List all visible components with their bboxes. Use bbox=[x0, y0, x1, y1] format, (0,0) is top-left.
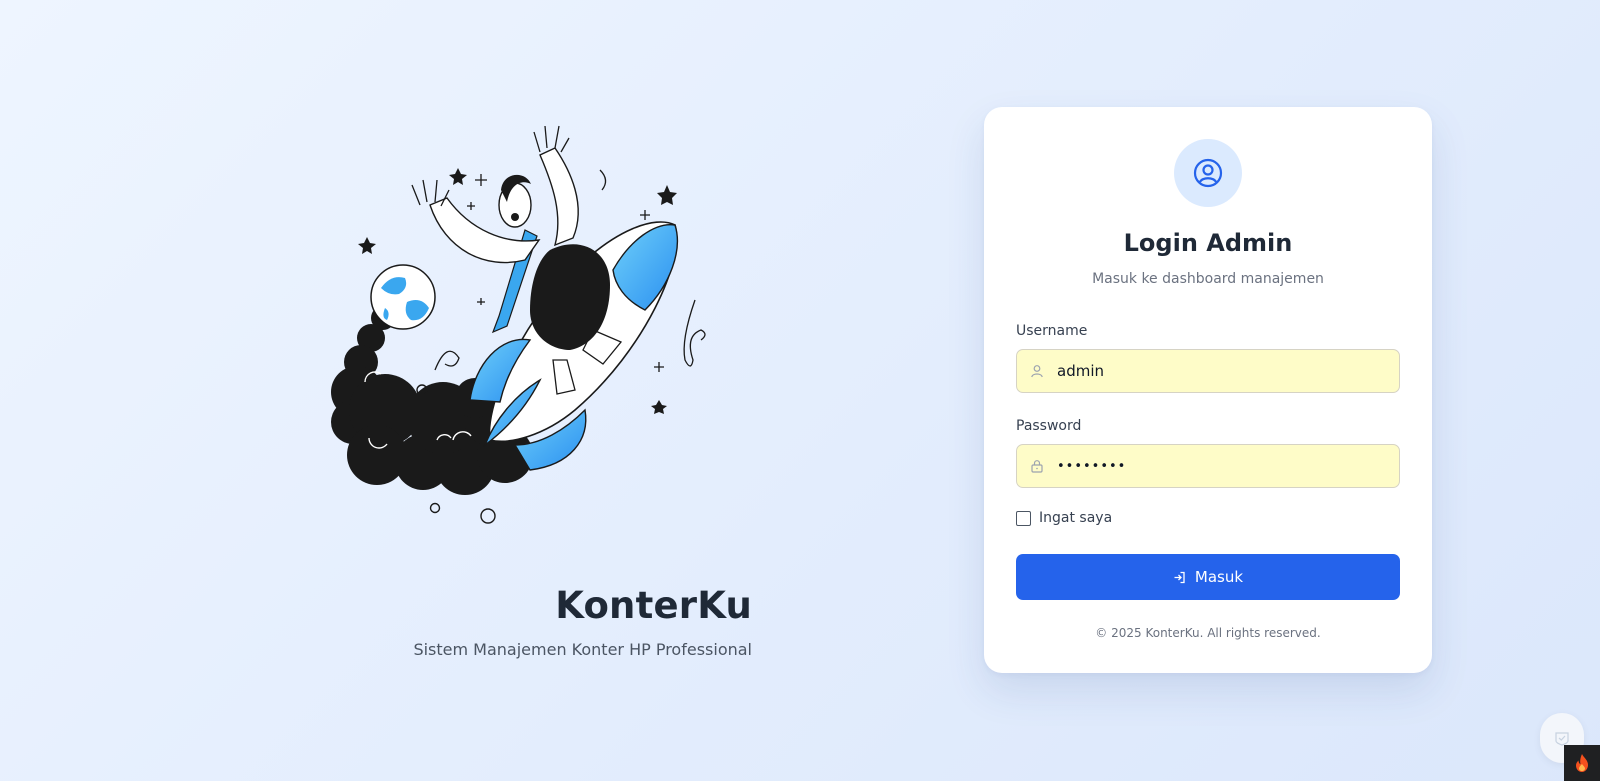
username-input[interactable] bbox=[1057, 362, 1377, 380]
brand-subtitle: Sistem Manajemen Konter HP Professional bbox=[413, 640, 752, 659]
login-button[interactable]: Masuk bbox=[1016, 554, 1400, 600]
copyright-text: © 2025 KonterKu. All rights reserved. bbox=[1095, 626, 1321, 640]
rocket-man-illustration bbox=[331, 125, 706, 524]
remember-label: Ingat saya bbox=[1039, 510, 1113, 526]
remember-me[interactable]: Ingat saya bbox=[1016, 510, 1112, 526]
shield-check-icon bbox=[1555, 732, 1569, 746]
user-icon bbox=[1029, 363, 1045, 379]
lock-icon bbox=[1029, 458, 1045, 474]
remember-checkbox[interactable] bbox=[1016, 510, 1031, 526]
brand-title: KonterKu bbox=[555, 584, 752, 627]
user-circle-icon bbox=[1193, 158, 1223, 188]
avatar bbox=[1174, 139, 1242, 207]
username-field[interactable] bbox=[1016, 349, 1400, 393]
login-button-label: Masuk bbox=[1194, 568, 1244, 586]
flame-icon bbox=[1576, 754, 1588, 772]
login-title: Login Admin bbox=[1123, 229, 1293, 257]
login-subtitle: Masuk ke dashboard manajemen bbox=[1092, 271, 1324, 287]
debug-toolbar-badge[interactable] bbox=[1564, 745, 1600, 781]
login-card: Login Admin Masuk ke dashboard manajemen… bbox=[984, 107, 1432, 673]
password-field[interactable]: •••••••• bbox=[1016, 444, 1400, 488]
login-icon bbox=[1173, 570, 1187, 584]
password-input[interactable]: •••••••• bbox=[1057, 459, 1377, 474]
username-label: Username bbox=[1016, 323, 1088, 339]
password-label: Password bbox=[1016, 418, 1082, 434]
